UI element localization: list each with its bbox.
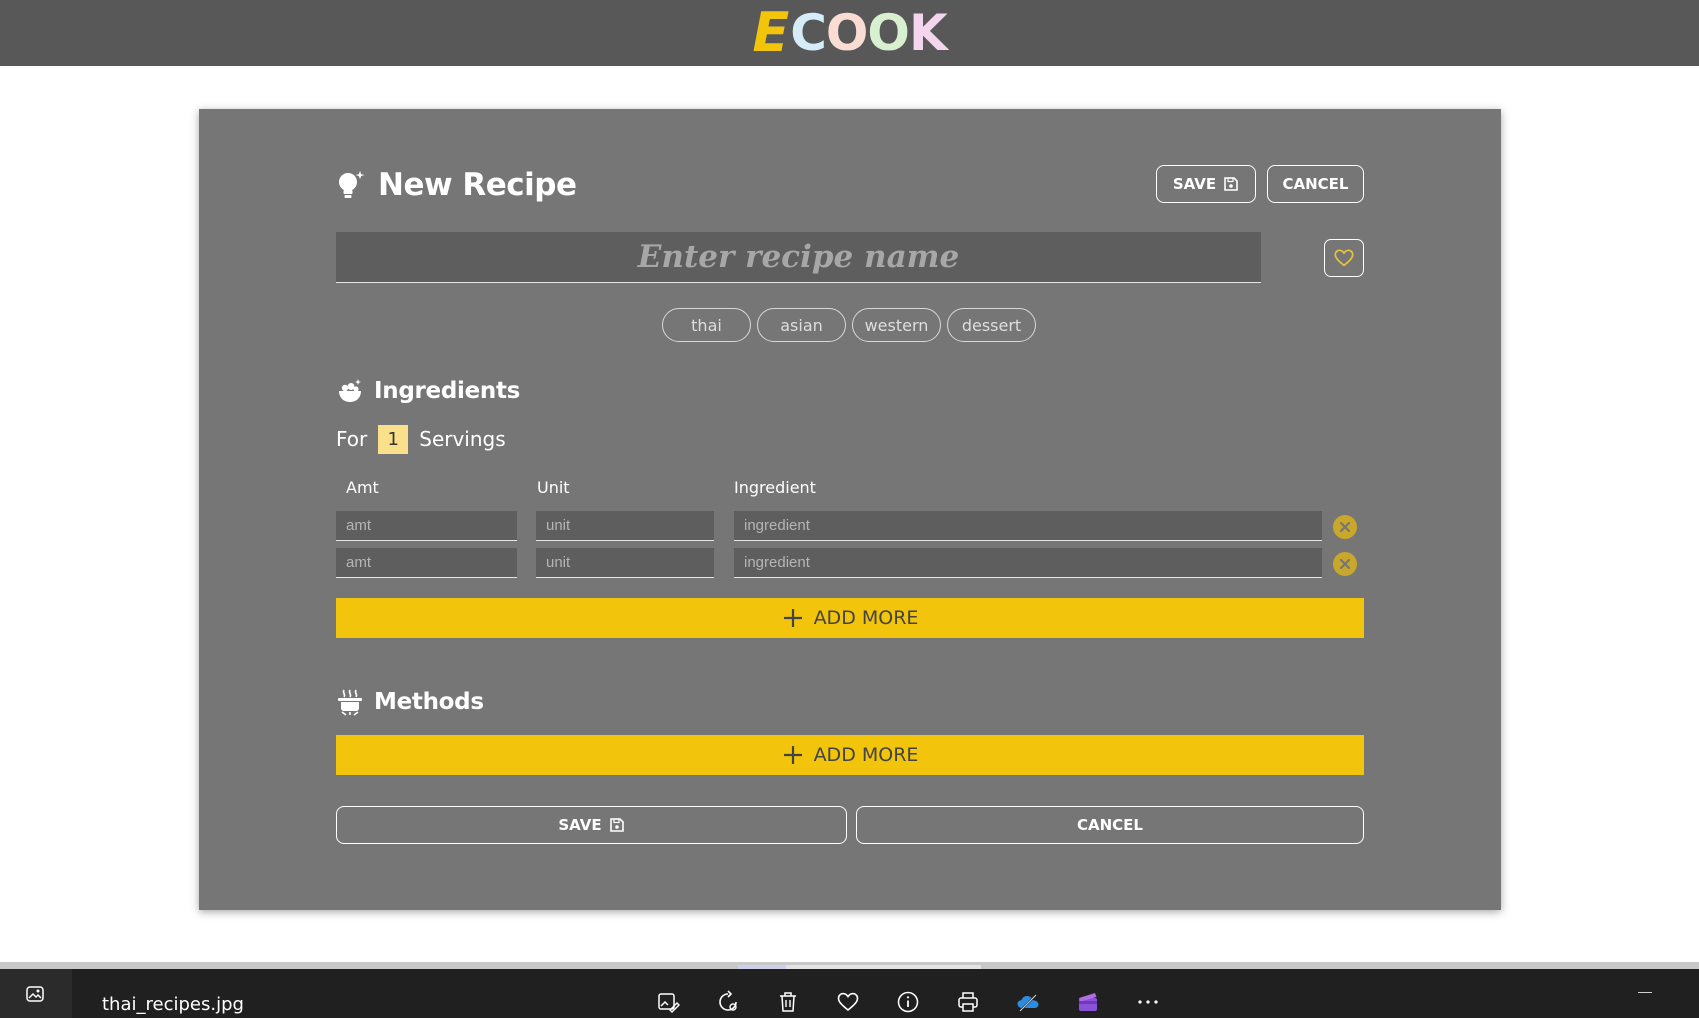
add-method-button[interactable]: ADD MORE <box>336 735 1364 775</box>
delete-icon <box>780 992 796 1012</box>
edit-image-button[interactable] <box>655 989 681 1015</box>
edit-image-icon <box>658 993 680 1013</box>
clipchamp-icon <box>1079 993 1097 1011</box>
logo-letter: C <box>790 4 827 62</box>
ingredients-section-title: Ingredients <box>336 375 520 407</box>
cancel-button-bottom[interactable]: CANCEL <box>856 806 1364 844</box>
cooking-pot-icon <box>338 689 362 716</box>
save-label: SAVE <box>558 816 602 834</box>
favorite-toggle-button[interactable] <box>1324 239 1364 277</box>
rotate-button[interactable] <box>715 989 741 1015</box>
favorite-icon <box>837 992 859 1012</box>
bowl-icon <box>339 379 361 402</box>
methods-section-title: Methods <box>336 686 484 718</box>
delete-button[interactable] <box>775 989 801 1015</box>
tag-western[interactable]: western <box>852 308 941 342</box>
ingredients-title: Ingredients <box>374 378 521 404</box>
servings-prefix: For <box>336 427 368 451</box>
new-recipe-card: New Recipe SAVE CANCEL thai asian wester… <box>199 109 1501 910</box>
column-header-ingredient: Ingredient <box>734 478 816 497</box>
favorite-button[interactable] <box>835 989 861 1015</box>
title-row: New Recipe <box>336 165 577 205</box>
clipchamp-button[interactable] <box>1075 989 1101 1015</box>
column-header-amt: Amt <box>346 478 379 497</box>
amt-input[interactable] <box>336 511 517 541</box>
recipe-name-input[interactable] <box>336 232 1261 283</box>
logo-letter: O <box>867 4 910 62</box>
tag-asian[interactable]: asian <box>757 308 846 342</box>
logo-letter: E <box>752 1 789 64</box>
column-header-unit: Unit <box>537 478 570 497</box>
ecook-logo[interactable]: E C O O K <box>752 1 948 64</box>
more-icon <box>1138 1000 1158 1004</box>
save-button-top[interactable]: SAVE <box>1156 165 1256 203</box>
image-gallery-icon <box>26 985 44 1002</box>
app-header: E C O O K <box>0 0 1699 66</box>
image-filename: thai_recipes.jpg <box>102 994 244 1015</box>
remove-ingredient-button[interactable] <box>1333 515 1357 539</box>
minimize-icon[interactable] <box>1638 992 1652 993</box>
rotate-icon <box>719 990 737 1011</box>
servings-suffix: Servings <box>419 427 506 451</box>
floppy-disk-icon <box>609 818 624 832</box>
logo-letter: O <box>825 4 869 62</box>
info-button[interactable] <box>895 989 921 1015</box>
more-options-button[interactable] <box>1135 989 1161 1015</box>
save-label: SAVE <box>1172 175 1217 193</box>
gallery-button[interactable] <box>0 969 72 1018</box>
info-icon <box>897 991 919 1013</box>
servings-row: For 1 Servings <box>336 424 506 454</box>
tag-thai[interactable]: thai <box>662 308 751 342</box>
close-icon <box>1339 558 1351 570</box>
close-icon <box>1339 521 1351 533</box>
viewer-filmstrip <box>0 962 1699 969</box>
add-more-label: ADD MORE <box>813 607 919 629</box>
viewer-tool-row <box>655 989 1161 1015</box>
plus-icon <box>783 609 802 627</box>
amt-input[interactable] <box>336 548 517 578</box>
methods-title: Methods <box>374 689 484 715</box>
print-icon <box>958 992 978 1012</box>
onedrive-button[interactable] <box>1015 989 1041 1015</box>
plus-icon <box>783 746 802 764</box>
tag-dessert[interactable]: dessert <box>947 308 1036 342</box>
print-button[interactable] <box>955 989 981 1015</box>
ingredient-input[interactable] <box>734 511 1322 541</box>
servings-count-input[interactable]: 1 <box>378 424 409 454</box>
remove-ingredient-button[interactable] <box>1333 552 1357 576</box>
add-more-label: ADD MORE <box>813 744 919 766</box>
unit-input[interactable] <box>536 548 714 578</box>
lightbulb-idea-icon <box>339 171 365 198</box>
heart-icon <box>1334 249 1354 267</box>
photo-viewer-toolbar: thai_recipes.jpg <box>0 969 1699 1018</box>
unit-input[interactable] <box>536 511 714 541</box>
cancel-button-top[interactable]: CANCEL <box>1267 165 1364 203</box>
add-ingredient-button[interactable]: ADD MORE <box>336 598 1364 638</box>
save-button-bottom[interactable]: SAVE <box>336 806 847 844</box>
logo-letter: K <box>908 4 948 62</box>
page-title: New Recipe <box>378 167 577 203</box>
floppy-disk-icon <box>1224 177 1238 191</box>
onedrive-icon <box>1017 994 1039 1012</box>
tag-list: thai asian western dessert <box>662 308 1036 342</box>
ingredient-input[interactable] <box>734 548 1322 578</box>
